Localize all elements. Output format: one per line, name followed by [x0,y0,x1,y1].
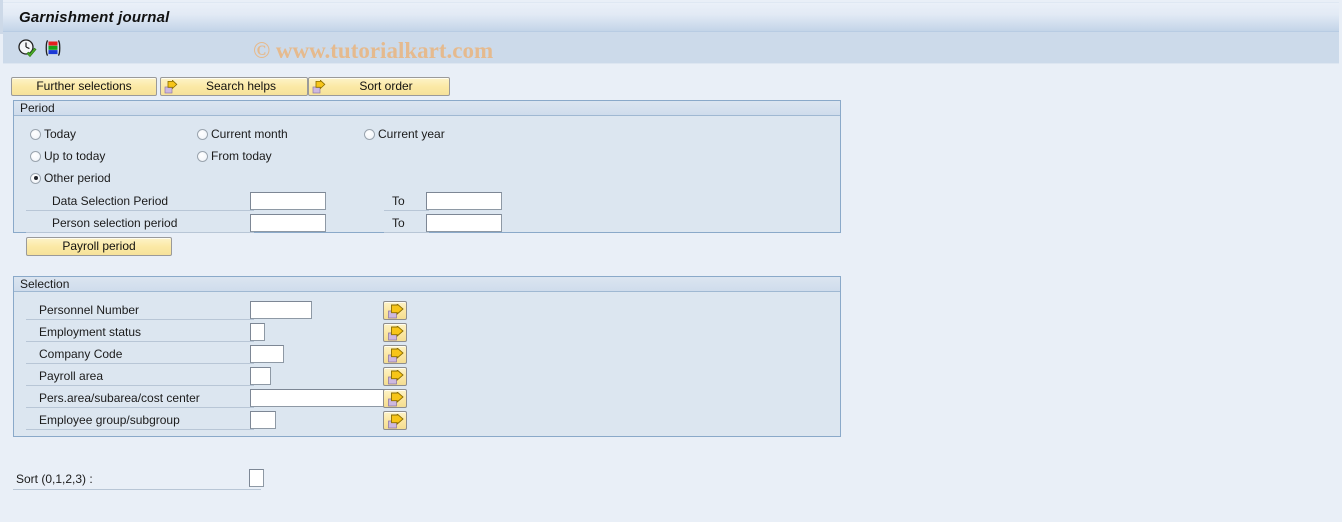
personnel-number-input[interactable] [250,301,312,319]
radio-current-month-label: Current month [211,127,288,141]
payroll-area-label: Payroll area [39,369,104,383]
employee-group-subgroup-label: Employee group/subgroup [39,413,180,427]
personnel-number-label-row: Personnel Number [26,302,254,320]
application-toolbar [3,32,1339,64]
label-underline [26,429,254,430]
selection-group-box: Selection Personnel Number Employment st… [13,276,841,437]
person-selection-period-to-label: To [392,216,405,230]
label-underline [384,210,429,211]
multiple-selection-arrow-icon [388,414,404,429]
multiple-selection-arrow-icon [388,304,404,319]
employee-group-subgroup-input[interactable] [250,411,276,429]
selection-screen-content: Further selections Search helps Sort ord… [3,65,1339,519]
data-selection-period-to-label: To [392,194,405,208]
label-underline [26,319,254,320]
employment-status-input[interactable] [250,323,265,341]
person-selection-period-to-input[interactable] [426,214,502,232]
data-selection-period-from-input[interactable] [250,192,326,210]
radio-mark [197,128,208,140]
radio-today-label: Today [44,127,77,141]
multiple-selection-arrow-icon [388,392,404,407]
employment-status-label: Employment status [39,325,142,339]
radio-other-period[interactable]: Other period [30,171,111,185]
pers-area-subarea-cost-center-label-row: Pers.area/subarea/cost center [26,390,254,408]
search-helps-button-label: Search helps [205,79,277,93]
multiple-selection-arrow-icon [388,370,404,385]
sort-order-button-label: Sort order [359,79,413,93]
radio-today[interactable]: Today [30,127,76,141]
label-underline [13,489,261,490]
arrow-right-icon [164,79,178,94]
sort-input[interactable] [249,469,264,487]
data-selection-period-to-input[interactable] [426,192,502,210]
radio-from-today[interactable]: From today [197,149,272,163]
selection-group-title: Selection [14,277,840,292]
company-code-label-row: Company Code [26,346,254,364]
radio-mark [30,150,41,162]
search-helps-button[interactable]: Search helps [160,77,308,96]
label-underline [26,385,254,386]
person-selection-period-label-row: Person selection period [26,215,254,233]
personnel-number-label: Personnel Number [39,303,140,317]
sap-window: Garnishment journal © www.tutorialkart.c… [0,0,1342,522]
label-underline [26,407,254,408]
sort-label: Sort (0,1,2,3) : [16,472,93,486]
sort-field-row: Sort (0,1,2,3) : [13,470,263,490]
radio-current-month[interactable]: Current month [197,127,288,141]
radio-current-year[interactable]: Current year [364,127,445,141]
employment-status-multi-select-button[interactable] [383,323,407,342]
employee-group-subgroup-multi-select-button[interactable] [383,411,407,430]
pers-area-subarea-cost-center-label: Pers.area/subarea/cost center [39,391,200,405]
personnel-number-multi-select-button[interactable] [383,301,407,320]
period-group-box: Period Today Current month Current year … [13,100,841,256]
label-underline [26,363,254,364]
person-selection-period-label: Person selection period [52,216,178,230]
pers-area-subarea-cost-center-multi-select-button[interactable] [383,389,407,408]
employment-status-label-row: Employment status [26,324,254,342]
radio-mark-selected [30,172,41,184]
sort-order-button[interactable]: Sort order [308,77,450,96]
payroll-area-label-row: Payroll area [26,368,254,386]
payroll-area-input[interactable] [250,367,271,385]
data-selection-period-label: Data Selection Period [52,194,169,208]
company-code-multi-select-button[interactable] [383,345,407,364]
multiple-selection-arrow-icon [388,326,404,341]
radio-other-period-label: Other period [44,171,111,185]
multiple-selection-arrow-icon [388,348,404,363]
radio-mark [30,128,41,140]
further-selections-button[interactable]: Further selections [11,77,157,96]
label-underline [384,232,429,233]
page-title: Garnishment journal [19,9,170,26]
payroll-area-multi-select-button[interactable] [383,367,407,386]
radio-current-year-label: Current year [378,127,445,141]
company-code-label: Company Code [39,347,123,361]
pers-area-subarea-cost-center-input[interactable] [250,389,390,407]
company-code-input[interactable] [250,345,284,363]
radio-from-today-label: From today [211,149,272,163]
variant-icon[interactable] [43,38,63,58]
data-selection-period-label-row: Data Selection Period [26,193,254,211]
radio-mark [364,128,375,140]
payroll-period-button[interactable]: Payroll period [26,237,172,256]
payroll-period-button-label: Payroll period [62,239,136,253]
radio-mark [197,150,208,162]
label-underline [26,341,254,342]
window-title-bar: Garnishment journal [3,2,1339,32]
person-selection-period-from-input[interactable] [250,214,326,232]
label-underline [26,210,254,211]
label-underline [26,232,254,233]
execute-icon[interactable] [17,38,37,58]
radio-up-to-today[interactable]: Up to today [30,149,105,163]
further-selections-button-label: Further selections [36,79,132,93]
radio-up-to-today-label: Up to today [44,149,106,163]
arrow-right-icon [312,79,326,94]
period-group-title: Period [14,101,840,116]
employee-group-subgroup-label-row: Employee group/subgroup [26,412,254,430]
